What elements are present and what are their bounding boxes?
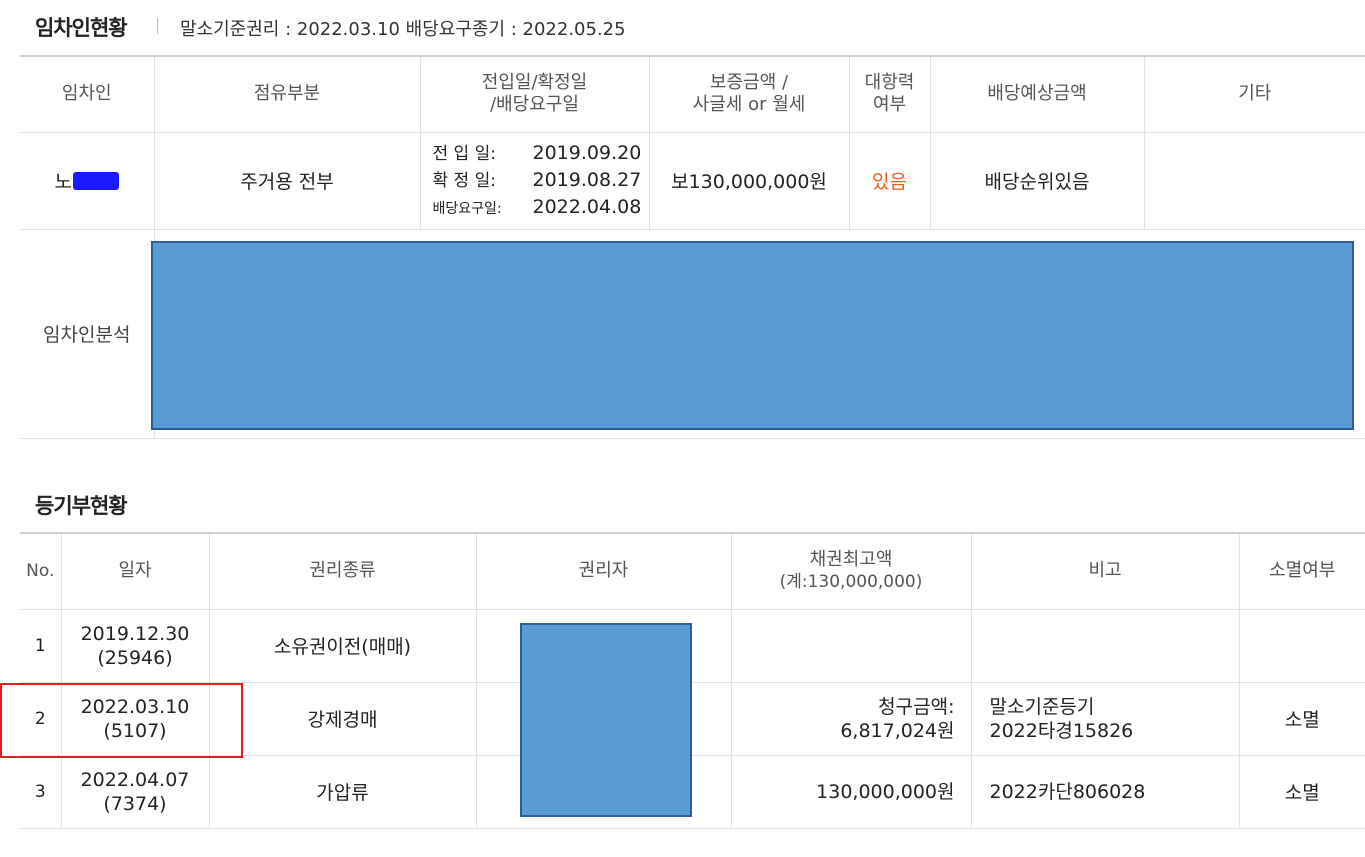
col-deposit-line1: 보증금액 / [709,72,789,94]
row-amount: 청구금액: 6,817,024원 [730,681,972,756]
registry-table-header: No. 일자 권리종류 권리자 채권최고액 (계:130,000,000) 비고… [20,532,1365,610]
col-deposit: 보증금액 / 사글세 or 월세 [648,55,850,133]
tenant-name: 노 [55,167,119,194]
tenant-analysis-label: 임차인분석 [20,228,155,439]
deposit-cell: 보130,000,000원 [648,131,850,230]
tenant-table-header: 임차인 점유부분 전입일/확정일 /배당요구일 보증금액 / 사글세 or 월세… [20,55,1365,133]
registry-section-title: 등기부현황 [35,494,128,518]
dates-cell: 전 입 일: 2019.09.20 확 정 일: 2019.08.27 배당요구일:… [419,131,650,230]
row-amount-value: 6,817,024원 [840,719,955,742]
table-row: 1 2019.12.30 (25946) 소유권이전(매매) [20,608,1365,683]
tenant-name-cell: 노 [20,131,155,230]
tenant-row: 노 주거용 전부 전 입 일: 2019.09.20 확 정 일: 2019.08.… [20,131,1365,230]
move-in-line: 전 입 일: 2019.09.20 [433,140,649,167]
move-in-label: 전 입 일: [432,143,496,164]
col-holder: 권리자 [475,532,732,610]
col-occupancy: 점유부분 [153,55,421,133]
claim-label: 배당요구일: [432,200,502,217]
fixed-label: 확 정 일: [432,170,496,191]
col-max-amount-line2: (계:130,000,000) [779,572,923,593]
row-date-value: 2019.12.30 [80,622,190,645]
other-cell [1143,131,1365,230]
col-max-amount-line1: 채권최고액 [809,549,893,571]
col-expected: 배당예상금액 [929,55,1145,133]
row-amount-label: 청구금액: [878,695,955,718]
title-divider [157,18,158,34]
row-note [970,608,1240,683]
opposing-power-cell: 있음 [848,131,931,230]
move-in-date: 2019.09.20 [532,141,642,164]
fixed-line: 확 정 일: 2019.08.27 [433,167,649,194]
row-date: 2022.04.07 (7374) [60,754,210,829]
col-opposing: 대항력 여부 [848,55,931,133]
row-extinction [1238,608,1365,683]
col-date: 일자 [60,532,210,610]
row-highlight-box [0,683,243,758]
col-opposing-line1: 대항력 [864,72,915,94]
name-redaction [72,171,119,190]
row-right-type: 가압류 [208,754,477,829]
claim-date: 2022.04.08 [532,195,642,218]
registry-table: No. 일자 권리종류 권리자 채권최고액 (계:130,000,000) 비고… [20,532,1365,829]
row-amount [730,608,972,683]
row-note-line1: 2022카단806028 [989,780,1146,803]
row-date: 2019.12.30 (25946) [60,608,210,683]
col-no: No. [20,532,62,610]
col-note: 비고 [970,532,1240,610]
row-amount: 130,000,000원 [730,754,972,829]
col-dates: 전입일/확정일 /배당요구일 [419,55,650,133]
row-note-line1: 말소기준등기 [989,695,1095,718]
expected-dividend-cell: 배당순위있음 [929,131,1145,230]
row-note-line2: 2022타경15826 [989,719,1134,742]
tenant-name-text: 노 [54,171,72,193]
occupancy-cell: 주거용 전부 [153,131,421,230]
tenant-section-title: 임차인현황 [35,16,128,40]
col-right-type: 권리종류 [208,532,477,610]
row-amount-value: 130,000,000원 [816,780,955,803]
col-tenant: 임차인 [20,55,155,133]
row-extinction: 소멸 [1238,681,1365,756]
col-other: 기타 [1143,55,1365,133]
row-extinction: 소멸 [1238,754,1365,829]
row-note: 2022카단806028 [970,754,1240,829]
col-dates-line2: /배당요구일 [490,94,579,116]
tenant-analysis-redaction [151,241,1354,430]
tenant-section-info: 말소기준권리 : 2022.03.10 배당요구종기 : 2022.05.25 [180,19,626,40]
row-right-type: 강제경매 [208,681,477,756]
col-extinction: 소멸여부 [1238,532,1365,610]
holder-redaction [520,623,692,817]
row-right-type: 소유권이전(매매) [208,608,477,683]
row-note: 말소기준등기 2022타경15826 [970,681,1240,756]
col-max-amount: 채권최고액 (계:130,000,000) [730,532,972,610]
row-receipt: (7374) [103,792,167,815]
col-opposing-line2: 여부 [872,94,907,116]
col-deposit-line2: 사글세 or 월세 [692,94,806,116]
row-date-value: 2022.04.07 [80,768,190,791]
claim-line: 배당요구일: 2022.04.08 [433,194,649,222]
row-receipt: (25946) [97,646,173,669]
fixed-date: 2019.08.27 [532,168,642,191]
col-dates-line1: 전입일/확정일 [481,72,588,94]
row-no: 3 [20,754,62,829]
table-row: 3 2022.04.07 (7374) 가압류 130,000,000원 202… [20,754,1365,829]
row-no: 1 [20,608,62,683]
